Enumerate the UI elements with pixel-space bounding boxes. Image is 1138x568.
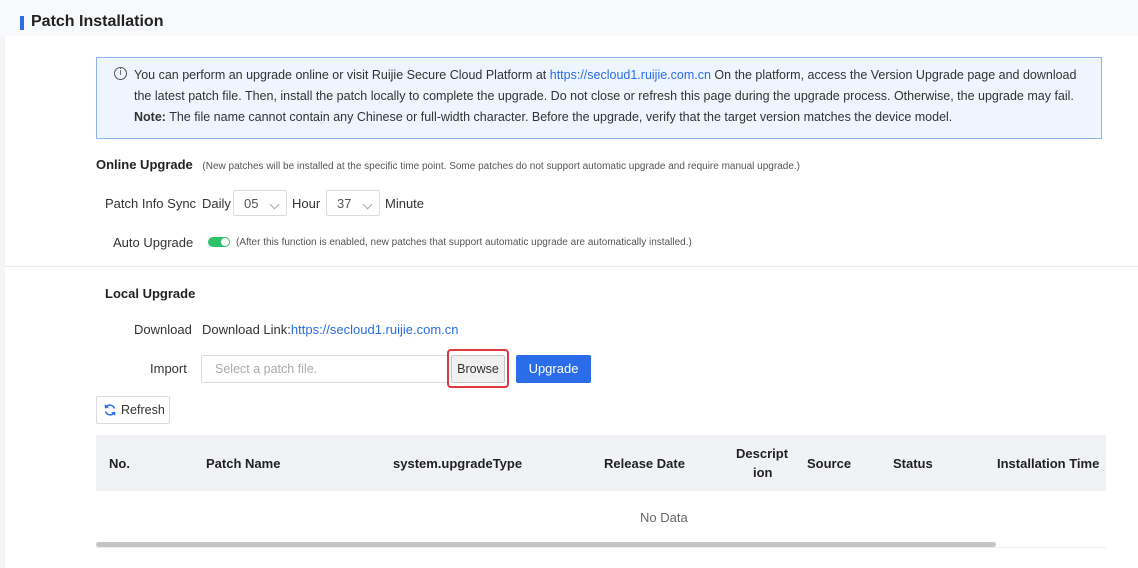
note-label: Note: (134, 110, 166, 124)
toggle-knob (221, 238, 229, 246)
table-bottom-border (96, 547, 1106, 548)
hour-value: 05 (244, 196, 259, 211)
chevron-down-icon (269, 199, 280, 210)
patch-info-sync-label: Patch Info Sync (105, 196, 197, 211)
download-link-row: Download Link:https://secloud1.ruijie.co… (202, 322, 459, 337)
auto-upgrade-label: Auto Upgrade (113, 235, 194, 250)
chevron-down-icon (362, 199, 373, 210)
title-accent-bar (20, 16, 24, 30)
section-divider (5, 266, 1138, 267)
daily-label: Daily (202, 196, 231, 211)
table-header: No. Patch Name system.upgradeType Releas… (96, 435, 1106, 491)
patch-file-input[interactable]: Select a patch file. (201, 355, 449, 383)
minute-select[interactable]: 37 (326, 190, 380, 216)
page-header: Patch Installation (0, 0, 1138, 36)
cloud-link[interactable]: https://secloud1.ruijie.com.cn (550, 68, 711, 82)
patch-file-placeholder: Select a patch file. (215, 362, 318, 376)
auto-upgrade-toggle[interactable] (208, 237, 230, 247)
auto-upgrade-note: (After this function is enabled, new pat… (236, 237, 692, 248)
minute-value: 37 (337, 196, 352, 211)
column-header: Release Date (604, 456, 685, 471)
column-header: ion (753, 465, 773, 480)
online-upgrade-note: (New patches will be installed at the sp… (202, 161, 800, 172)
refresh-label: Refresh (121, 403, 165, 417)
import-label: Import (150, 361, 187, 376)
local-upgrade-title: Local Upgrade (105, 286, 196, 301)
column-header: system.upgradeType (393, 456, 523, 471)
column-header: Source (807, 456, 852, 471)
info-notice: i You can perform an upgrade online or v… (96, 57, 1102, 139)
column-header: Patch Name (206, 456, 281, 471)
info-icon: i (114, 67, 127, 80)
online-upgrade-section: Online Upgrade (New patches will be inst… (96, 157, 800, 172)
hour-label: Hour (292, 196, 321, 211)
column-header: No. (109, 456, 130, 471)
download-link-text: Download Link: (202, 322, 291, 337)
refresh-button[interactable]: Refresh (96, 396, 170, 424)
empty-table-message: No Data (640, 510, 688, 525)
browse-button[interactable]: Browse (451, 355, 505, 383)
notice-text-part: The file name cannot contain any Chinese… (165, 110, 953, 124)
download-link[interactable]: https://secloud1.ruijie.com.cn (291, 322, 459, 337)
hour-select[interactable]: 05 (233, 190, 287, 216)
upgrade-button[interactable]: Upgrade (516, 355, 591, 383)
column-header: Descript (736, 446, 789, 461)
download-label: Download (134, 322, 192, 337)
minute-label: Minute (385, 196, 425, 211)
online-upgrade-title: Online Upgrade (96, 157, 193, 172)
column-header: Installation Time (997, 456, 1100, 471)
refresh-icon (104, 404, 116, 416)
notice-text-part: You can perform an upgrade online or vis… (134, 68, 550, 82)
column-header: Status (893, 456, 933, 471)
page-title: Patch Installation (31, 13, 164, 30)
notice-text: You can perform an upgrade online or vis… (134, 65, 1089, 128)
